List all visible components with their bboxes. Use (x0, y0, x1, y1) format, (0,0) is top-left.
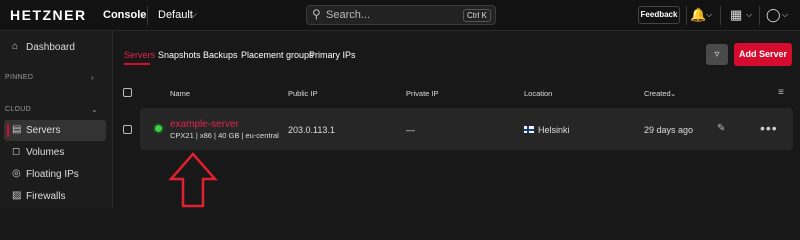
tab-primary-ips[interactable]: Primary IPs (309, 50, 356, 60)
sidebar: ⌂ Dashboard PINNED › CLOUD ⌄ ▤ Servers ◻… (0, 31, 113, 208)
firewall-icon: ▨ (12, 190, 22, 201)
floating-ip-icon: ◎ (12, 168, 21, 179)
status-running-icon (155, 125, 162, 132)
tab-placement-groups[interactable]: Placement groups (241, 50, 314, 60)
volume-icon: ◻ (12, 146, 21, 157)
sidebar-item-label: Servers (26, 125, 61, 136)
arrow-up-annotation-icon (168, 152, 218, 208)
public-ip-value[interactable]: 203.0.113.1 (288, 125, 335, 135)
user-icon[interactable]: ◯ (766, 7, 781, 23)
section-cloud: CLOUD (5, 106, 32, 113)
sidebar-item-label: Firewalls (26, 191, 66, 202)
divider (759, 6, 760, 25)
location-value: Helsinki (538, 125, 570, 135)
home-icon: ⌂ (12, 41, 19, 52)
server-icon: ▤ (12, 124, 22, 135)
add-server-button[interactable]: Add Server (734, 43, 792, 66)
sidebar-item-floating-ips[interactable]: ◎ Floating IPs (4, 164, 106, 185)
divider (720, 6, 721, 25)
column-header-location[interactable]: Location (524, 89, 552, 98)
sidebar-item-label: Floating IPs (26, 169, 79, 180)
tab-servers[interactable]: Servers (124, 50, 155, 60)
top-bar: HETZNER Console Default ⌵ ⚲ Search... Ct… (0, 0, 800, 31)
chevron-down-icon[interactable]: ⌵ (706, 10, 712, 20)
created-value: 29 days ago (644, 125, 694, 135)
active-tab-indicator (124, 63, 150, 65)
finland-flag-icon (524, 126, 534, 133)
filter-button[interactable]: ▿ (706, 44, 728, 65)
column-header-public-ip[interactable]: Public IP (288, 89, 318, 98)
divider (686, 6, 687, 25)
sidebar-item-servers[interactable]: ▤ Servers (4, 120, 106, 141)
hetzner-logo[interactable]: HETZNER (10, 7, 87, 23)
bell-icon[interactable]: 🔔 (690, 7, 706, 23)
column-header-name[interactable]: Name (170, 89, 190, 98)
sidebar-item-label: Volumes (26, 147, 65, 158)
sidebar-item-volumes[interactable]: ◻ Volumes (4, 142, 106, 163)
console-label: Console (103, 9, 147, 21)
server-name-link[interactable]: example-server (170, 119, 239, 130)
server-specs: CPX21 | x86 | 40 GB | eu-central (170, 131, 279, 140)
column-settings-icon[interactable]: ≡ (778, 87, 784, 98)
chevron-down-icon[interactable]: ⌵ (190, 9, 197, 20)
tab-snapshots[interactable]: Snapshots (158, 50, 201, 60)
sidebar-item-label: Dashboard (26, 42, 75, 53)
filter-icon: ▿ (714, 49, 720, 60)
sidebar-item-dashboard[interactable]: ⌂ Dashboard (4, 37, 106, 58)
select-all-checkbox[interactable] (123, 88, 132, 97)
more-options-icon[interactable]: ••• (760, 120, 778, 136)
chevron-right-icon[interactable]: › (91, 73, 94, 82)
apps-grid-icon[interactable]: ▦ (730, 7, 742, 23)
row-checkbox[interactable] (123, 125, 132, 134)
tag-icon[interactable]: ✎ (717, 123, 725, 134)
tab-backups[interactable]: Backups (203, 50, 238, 60)
chevron-down-icon[interactable]: ⌵ (782, 10, 788, 20)
chevron-down-icon[interactable]: ⌄ (91, 105, 98, 114)
column-header-private-ip[interactable]: Private IP (406, 89, 439, 98)
chevron-down-icon[interactable]: ⌵ (746, 10, 752, 20)
column-header-created[interactable]: Created (644, 89, 671, 98)
sidebar-item-firewalls[interactable]: ▨ Firewalls (4, 186, 106, 207)
private-ip-value: — (406, 125, 415, 135)
search-placeholder: Search... (326, 9, 371, 21)
search-shortcut: Ctrl K (463, 9, 491, 22)
section-pinned: PINNED (5, 74, 34, 81)
project-selector[interactable]: Default (158, 9, 193, 21)
search-icon: ⚲ (312, 7, 321, 21)
sort-chevron-icon[interactable]: ⌄ (670, 89, 676, 98)
divider (147, 6, 148, 25)
feedback-button[interactable]: Feedback (638, 6, 680, 24)
search-input[interactable]: ⚲ Search... Ctrl K (306, 5, 496, 25)
